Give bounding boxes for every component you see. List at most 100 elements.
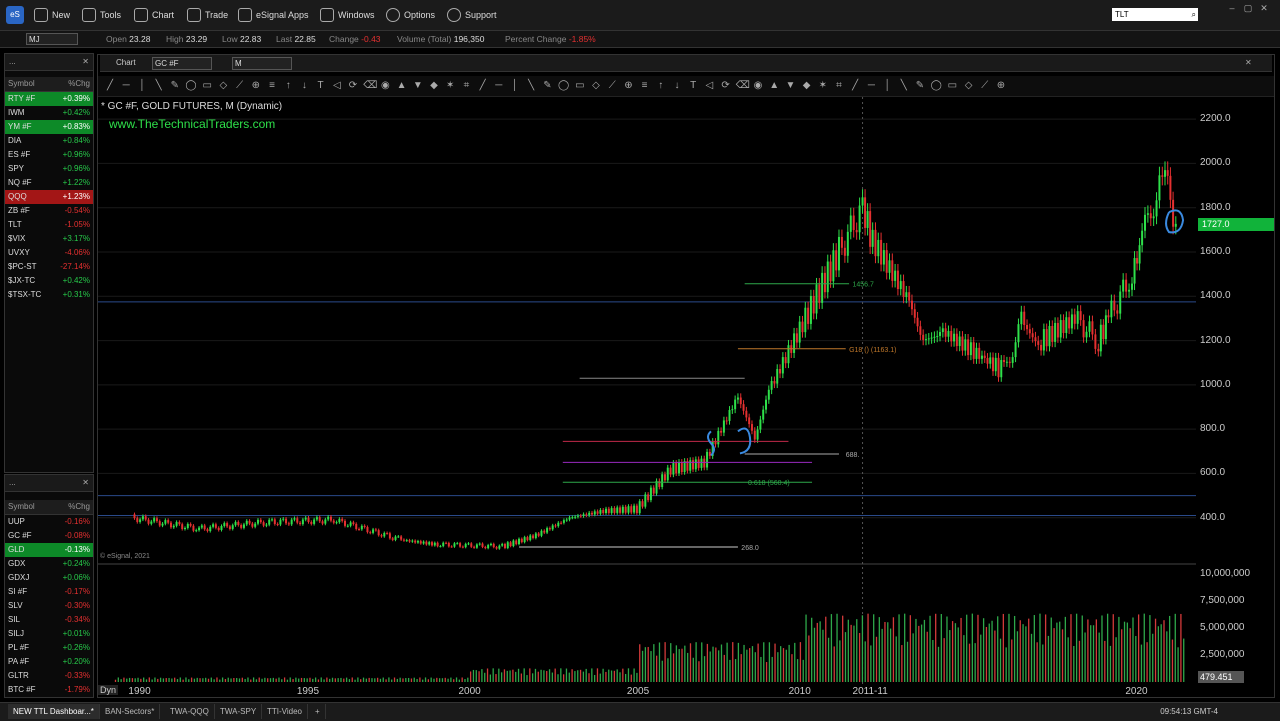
drawing-tool-icon[interactable]: ✎ <box>541 80 553 92</box>
watchlist-row[interactable]: UVXY -4.06% <box>5 246 93 260</box>
watchlist-row[interactable]: RTY #F +0.39% <box>5 92 93 106</box>
watchlist-row[interactable]: GLD -0.13% <box>5 543 93 557</box>
menu-chart[interactable]: Chart <box>134 7 174 23</box>
watchlist-row[interactable]: TLT -1.05% <box>5 218 93 232</box>
drawing-tool-icon[interactable]: ╲ <box>525 80 537 92</box>
tab-twa-qqq[interactable]: TWA-QQQ <box>165 704 215 719</box>
drawing-tool-icon[interactable]: ⌗ <box>833 80 845 92</box>
drawing-tool-icon[interactable]: ≡ <box>266 80 278 92</box>
drawing-tool-icon[interactable]: ◇ <box>217 80 229 92</box>
drawing-tool-icon[interactable]: ⌗ <box>460 80 472 92</box>
drawing-tool-icon[interactable]: ⟳ <box>720 80 732 92</box>
price-chart[interactable]: 1456.7 G18 () (1163.1) 688. 0.618 (560.4) 26… <box>98 97 1196 687</box>
watchlist-row[interactable]: PL #F +0.26% <box>5 641 93 655</box>
maximize-button[interactable]: ▢ <box>1242 3 1254 13</box>
drawing-tool-icon[interactable]: ─ <box>493 80 505 92</box>
watchlist-row[interactable]: UUP -0.16% <box>5 515 93 529</box>
drawing-tool-icon[interactable]: ▭ <box>574 80 586 92</box>
watchlist-row[interactable]: $VIX +3.17% <box>5 232 93 246</box>
drawing-tool-icon[interactable]: ⊕ <box>250 80 262 92</box>
drawing-tool-icon[interactable]: ◇ <box>963 80 975 92</box>
watchlist-row[interactable]: $PC-ST -27.14% <box>5 260 93 274</box>
tab-ban-sectors[interactable]: BAN-Sectors* <box>100 704 161 719</box>
menu-windows[interactable]: Windows <box>320 7 375 23</box>
close-button[interactable]: ✕ <box>1258 3 1270 13</box>
menu-trade[interactable]: Trade <box>187 7 228 23</box>
drawing-tool-icon[interactable]: ▭ <box>946 80 958 92</box>
chart-close-icon[interactable]: ✕ <box>1245 55 1252 71</box>
drawing-tool-icon[interactable]: ▭ <box>201 80 213 92</box>
minimize-button[interactable]: – <box>1226 3 1238 13</box>
drawing-tool-icon[interactable]: ◁ <box>703 80 715 92</box>
drawing-tool-icon[interactable]: ◉ <box>752 80 764 92</box>
watchlist-row[interactable]: GC #F -0.08% <box>5 529 93 543</box>
drawing-tool-icon[interactable]: ◯ <box>558 80 570 92</box>
symbol-search-input[interactable]: TLT ⌕ <box>1112 8 1198 21</box>
watchlist-row[interactable]: SILJ +0.01% <box>5 627 93 641</box>
drawing-tool-icon[interactable]: ✶ <box>817 80 829 92</box>
drawing-tool-icon[interactable]: ✎ <box>169 80 181 92</box>
drawing-tool-icon[interactable]: ╱ <box>849 80 861 92</box>
drawing-tool-icon[interactable]: ↓ <box>298 80 310 92</box>
drawing-tool-icon[interactable]: ⟋ <box>606 80 618 92</box>
watchlist-1-title[interactable]: ... ✕ <box>5 54 93 71</box>
watchlist-row[interactable]: SPY +0.96% <box>5 162 93 176</box>
search-icon[interactable]: ⌕ <box>1192 8 1196 21</box>
watchlist-row[interactable]: IWM +0.42% <box>5 106 93 120</box>
drawing-tool-icon[interactable]: ◇ <box>590 80 602 92</box>
drawing-tool-icon[interactable]: ↑ <box>282 80 294 92</box>
watchlist-row[interactable]: DIA +0.84% <box>5 134 93 148</box>
drawing-tool-icon[interactable]: ⟳ <box>347 80 359 92</box>
close-icon[interactable]: ✕ <box>82 54 89 70</box>
drawing-tool-icon[interactable]: │ <box>882 80 894 92</box>
watchlist-row[interactable]: SI #F -0.17% <box>5 585 93 599</box>
chart-symbol-input[interactable]: GC #F <box>152 57 212 70</box>
tab-ttl-dashboard[interactable]: NEW TTL Dashboar...* <box>8 704 100 719</box>
add-tab-button[interactable]: + <box>310 704 326 719</box>
drawing-tool-icon[interactable]: ◯ <box>930 80 942 92</box>
drawing-tool-icon[interactable]: T <box>315 80 327 92</box>
drawing-tool-icon[interactable]: ◉ <box>379 80 391 92</box>
chart-interval-select[interactable]: M <box>232 57 292 70</box>
drawing-tool-icon[interactable]: ⟋ <box>979 80 991 92</box>
menu-options[interactable]: Options <box>386 7 435 23</box>
drawing-tool-icon[interactable]: ⊕ <box>622 80 634 92</box>
quote-symbol-input[interactable]: MJ <box>26 33 78 45</box>
drawing-tool-icon[interactable]: ↑ <box>655 80 667 92</box>
drawing-tool-icon[interactable]: ▼ <box>784 80 796 92</box>
watchlist-row[interactable]: GDX +0.24% <box>5 557 93 571</box>
watchlist-row[interactable]: GDXJ +0.06% <box>5 571 93 585</box>
watchlist-row[interactable]: YM #F +0.83% <box>5 120 93 134</box>
menu-tools[interactable]: Tools <box>82 7 121 23</box>
watchlist-row[interactable]: ES #F +0.96% <box>5 148 93 162</box>
drawing-tool-icon[interactable]: ╲ <box>898 80 910 92</box>
drawing-tool-icon[interactable]: ≡ <box>639 80 651 92</box>
dynamic-button[interactable]: Dyn <box>98 685 119 695</box>
watchlist-row[interactable]: SLV -0.30% <box>5 599 93 613</box>
esignal-logo[interactable]: eS <box>6 6 24 24</box>
menu-esignal-apps[interactable]: eSignal Apps <box>238 7 309 23</box>
drawing-tool-icon[interactable]: ╲ <box>153 80 165 92</box>
watchlist-row[interactable]: $TSX-TC +0.31% <box>5 288 93 302</box>
menu-support[interactable]: Support <box>447 7 497 23</box>
drawing-tool-icon[interactable]: ▲ <box>396 80 408 92</box>
close-icon[interactable]: ✕ <box>82 475 89 491</box>
drawing-tool-icon[interactable]: ✶ <box>444 80 456 92</box>
watchlist-row[interactable]: GLTR -0.33% <box>5 669 93 683</box>
drawing-tool-icon[interactable]: ╱ <box>104 80 116 92</box>
watchlist-row[interactable]: ZB #F -0.54% <box>5 204 93 218</box>
drawing-tool-icon[interactable]: ⟋ <box>234 80 246 92</box>
drawing-tool-icon[interactable]: ⌫ <box>363 80 377 92</box>
price-axis[interactable]: 2200.0 2000.0 1800.0 1600.0 1400.0 1200.0 1000… <box>1196 97 1276 687</box>
drawing-tool-icon[interactable]: ↓ <box>671 80 683 92</box>
drawing-tool-icon[interactable]: ▼ <box>412 80 424 92</box>
watchlist-row[interactable]: QQQ +1.23% <box>5 190 93 204</box>
drawing-tool-icon[interactable]: ◯ <box>185 80 197 92</box>
tab-twa-spy[interactable]: TWA-SPY <box>215 704 263 719</box>
drawing-tool-icon[interactable]: ◆ <box>801 80 813 92</box>
watchlist-row[interactable]: SIL -0.34% <box>5 613 93 627</box>
tab-tti-video[interactable]: TTI-Video <box>262 704 308 719</box>
drawing-tool-icon[interactable]: T <box>687 80 699 92</box>
drawing-tool-icon[interactable]: ⊕ <box>995 80 1007 92</box>
drawing-tool-icon[interactable]: ▲ <box>768 80 780 92</box>
